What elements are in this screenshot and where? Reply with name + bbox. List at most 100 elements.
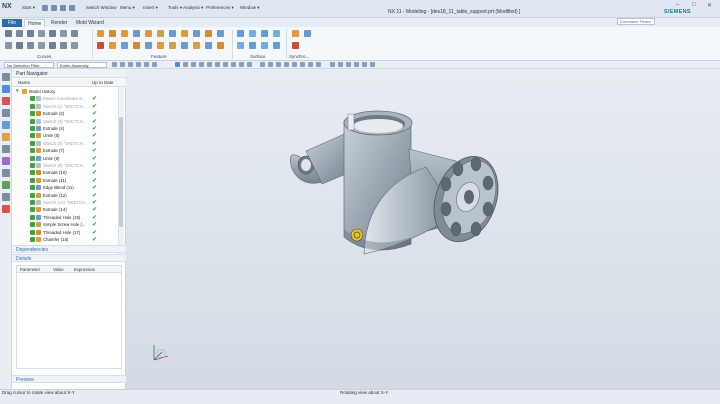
block-icon[interactable] [109,42,116,49]
details-col-parameter[interactable]: Parameter [20,267,40,272]
feature-node[interactable]: Extrude (7) ✔ [12,147,118,154]
view-triad-icon[interactable] [150,342,172,364]
text-curve-icon[interactable] [60,42,67,49]
save-icon[interactable] [42,5,48,11]
shell-icon[interactable] [169,30,176,37]
visibility-checkbox[interactable] [30,96,35,102]
extrude-icon[interactable] [97,30,104,37]
sew-icon[interactable] [205,42,212,49]
visibility-checkbox[interactable] [30,200,35,205]
column-uptodate[interactable]: Up to Date [92,80,114,85]
pattern-icon[interactable] [193,30,200,37]
fit-view-icon[interactable] [260,62,265,67]
web-browser-icon[interactable] [2,121,10,129]
visibility-checkbox[interactable] [30,192,35,198]
model-history-node[interactable]: ▾ Model History [12,88,118,95]
roles-icon[interactable] [2,181,10,189]
visibility-checkbox[interactable] [30,155,35,161]
point-on-curve-icon[interactable] [239,62,244,67]
more-view-icon[interactable] [370,62,375,67]
fillet-curve-icon[interactable] [49,42,56,49]
control-point-icon[interactable] [199,62,204,67]
feature-node[interactable]: Sketch (9) "SKETCH... ✔ [12,162,118,169]
menu-dropdown[interactable]: Menu ▾ [120,5,135,12]
minimize-button[interactable]: – [676,2,679,8]
part-model[interactable] [126,69,720,389]
mirror-feature-icon[interactable] [205,30,212,37]
selection-filter-dropdown[interactable]: No Selection Filter [4,62,54,68]
graphics-window[interactable] [126,69,720,389]
dependencies-panel[interactable]: Dependencies [12,245,126,253]
datum-plane-icon[interactable] [97,42,104,49]
hd3d-tools-icon[interactable] [2,205,10,213]
maximize-button[interactable]: □ [692,2,696,8]
feature-node[interactable]: Datum Coordinate S... ✔ [12,95,118,102]
arc-center-icon[interactable] [215,62,220,67]
subtract-icon[interactable] [133,42,140,49]
render-style-icon[interactable] [300,62,305,67]
spline-icon[interactable] [38,30,45,37]
revolve-icon[interactable] [109,30,116,37]
show-hide-icon[interactable] [330,62,335,67]
feature-node[interactable]: Chamfer (18) ✔ [12,236,118,243]
feature-node[interactable]: Sketch (1) "SKETCH... ✔ [12,103,118,110]
rectangle-icon[interactable] [5,42,12,49]
select-all-icon[interactable] [120,62,125,67]
delete-face-icon[interactable] [292,42,299,49]
orient-view-icon[interactable] [292,62,297,67]
layer-icon[interactable] [308,62,313,67]
system-materials-icon[interactable] [2,145,10,153]
visibility-checkbox[interactable] [30,214,35,220]
visibility-checkbox[interactable] [30,148,35,154]
point-icon[interactable] [49,30,56,37]
switch-window-button[interactable]: Switch Window [86,5,117,12]
tab-file[interactable]: File [2,19,22,27]
draft-icon[interactable] [181,30,188,37]
history-icon[interactable] [2,133,10,141]
unite-icon[interactable] [133,30,140,37]
camera-icon[interactable] [346,62,351,67]
derived-curve-icon[interactable] [71,42,78,49]
feature-node[interactable]: Sketch (3) "SKETCH... ✔ [12,118,118,125]
intersect-icon[interactable] [145,42,152,49]
swept-icon[interactable] [261,30,268,37]
point-on-face-icon[interactable] [247,62,252,67]
tools-dropdown[interactable]: Tools ▾ [168,5,182,12]
polygon-icon[interactable] [27,42,34,49]
visibility-checkbox[interactable] [30,185,35,191]
visibility-checkbox[interactable] [30,103,35,109]
fill-surface-icon[interactable] [249,42,256,49]
copy-icon[interactable] [69,5,75,11]
snap-point-icon[interactable] [175,62,180,67]
feature-node[interactable]: Extrude (10) ✔ [12,169,118,176]
arc-icon[interactable] [27,30,34,37]
existing-point-icon[interactable] [231,62,236,67]
feature-node[interactable]: Edge Blend (11) ✔ [12,184,118,191]
rib-icon[interactable] [169,42,176,49]
intersection-point-icon[interactable] [207,62,212,67]
feature-node[interactable]: Unite (5) ✔ [12,132,118,139]
deselect-icon[interactable] [128,62,133,67]
column-name[interactable]: Name [18,80,30,85]
close-button[interactable]: ✕ [707,2,712,9]
feature-node[interactable]: Extrude (4) ✔ [12,125,118,132]
project-curve-icon[interactable] [71,30,78,37]
assembly-navigator-icon[interactable] [2,85,10,93]
clip-section-icon[interactable] [338,62,343,67]
feature-node[interactable]: Extrude (12) ✔ [12,192,118,199]
move-face-icon[interactable] [292,30,299,37]
visibility-checkbox[interactable] [30,229,35,235]
expand-toggle-icon[interactable]: ▾ [16,88,19,94]
replace-face-icon[interactable] [304,30,311,37]
trim-body-icon[interactable] [217,30,224,37]
feature-node[interactable]: Simple Screw Hole (... ✔ [12,221,118,228]
studio-surface-icon[interactable] [273,30,280,37]
start-button[interactable]: Start ▾ [22,5,35,12]
shading-icon[interactable] [362,62,367,67]
selection-scope-dropdown[interactable]: Entire Assembly [57,62,107,68]
details-col-value[interactable]: Value [53,267,64,272]
preview-panel[interactable]: Preview [12,375,126,383]
feature-node[interactable]: Extrude (14) ✔ [12,206,118,213]
navigator-scroll-thumb[interactable] [119,117,123,227]
tab-render[interactable]: Render [48,19,70,27]
